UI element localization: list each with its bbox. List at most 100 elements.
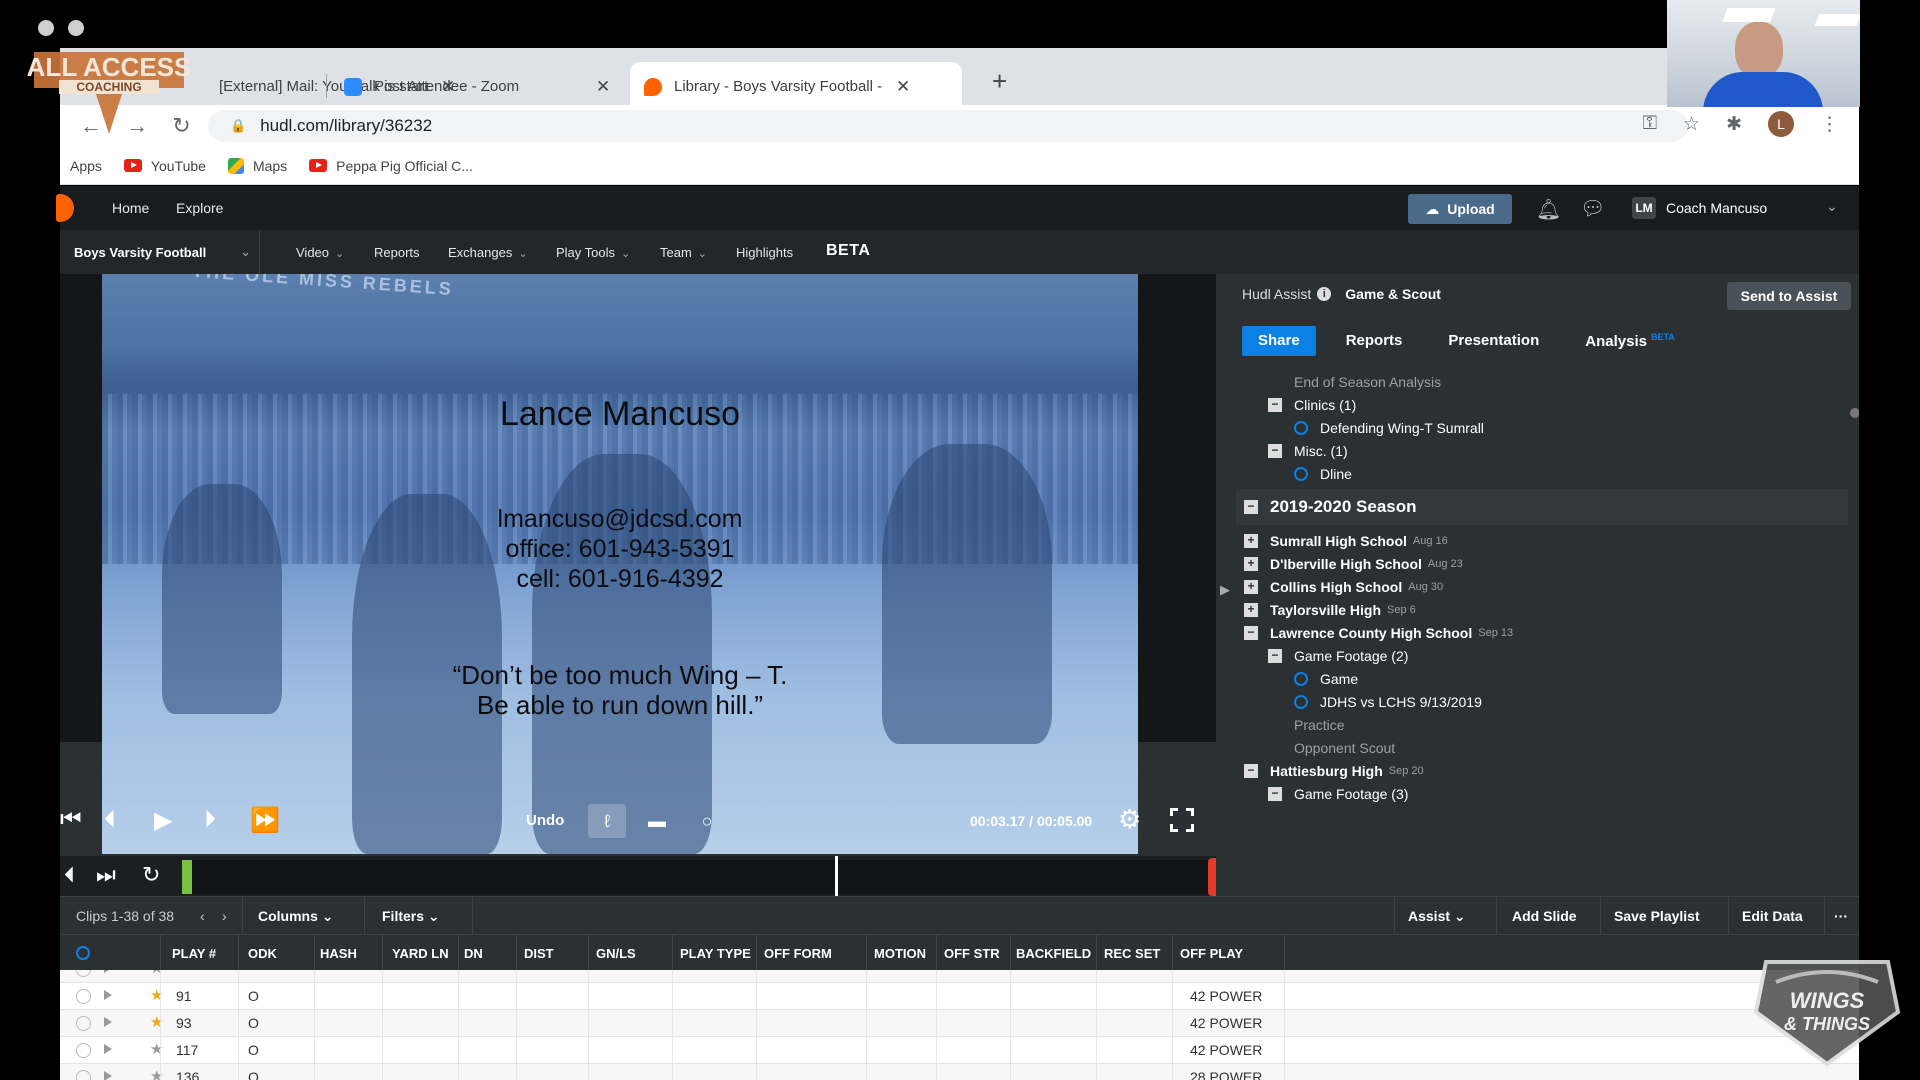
notifications-bell-icon[interactable]: 🔔︎ [1536,197,1561,222]
subnav-play-tools[interactable]: Play Tools ⌄ [556,245,630,260]
column-divider[interactable] [238,935,239,971]
column-divider[interactable] [314,935,315,971]
expand-row-icon[interactable] [104,1044,112,1054]
upload-button[interactable]: ☁ Upload [1408,194,1512,224]
browser-menu-icon[interactable]: ⋮ [1820,113,1839,136]
star-icon[interactable]: ★ [150,1040,163,1058]
tree-item[interactable]: Defending Wing-T Sumrall [1294,416,1484,440]
undo-button[interactable]: Undo [526,812,564,829]
assist-dropdown[interactable]: Assist ⌄ [1408,908,1466,925]
star-icon[interactable]: ★ [150,986,163,1004]
nav-home[interactable]: Home [112,200,149,216]
column-divider[interactable] [382,935,383,971]
star-icon[interactable]: ★ [150,1013,163,1031]
tree-item[interactable]: + D'Iberville High School Aug 23 [1244,552,1463,576]
subnav-reports[interactable]: Reports [374,245,420,260]
skip-to-start-icon[interactable]: ⏮ [60,806,82,834]
timeline-start-marker[interactable] [182,860,192,894]
column-header[interactable]: MOTION [874,946,926,961]
team-selector[interactable]: Boys Varsity Football ⌄ [60,230,260,274]
subnav-team[interactable]: Team ⌄ [660,245,707,260]
column-divider[interactable] [588,935,589,971]
subnav-exchanges[interactable]: Exchanges ⌄ [448,245,528,260]
expand-row-icon[interactable] [104,970,112,973]
extensions-puzzle-icon[interactable]: ✱ [1726,113,1742,136]
column-header[interactable]: BACKFIELD [1016,946,1091,961]
column-header[interactable]: DN [464,946,483,961]
bookmark-star-icon[interactable]: ☆ [1683,113,1700,136]
fullscreen-icon[interactable] [1169,807,1195,833]
column-header[interactable]: OFF PLAY [1180,946,1243,961]
add-slide-button[interactable]: Add Slide [1512,908,1577,924]
next-page-icon[interactable]: › [222,908,227,924]
tree-item[interactable]: − Clinics (1) [1268,393,1356,417]
column-header[interactable]: REC SET [1104,946,1160,961]
more-options-icon[interactable]: ··· [1834,908,1848,924]
hudl-logo-icon[interactable] [56,194,74,222]
column-header[interactable]: PLAY TYPE [680,946,751,961]
row-select-checkbox[interactable] [76,1043,91,1058]
address-bar[interactable]: 🔒 hudl.com/library/36232 [208,110,1688,142]
timeline-track[interactable] [182,860,1212,894]
expand-plus-icon[interactable]: + [1244,603,1258,617]
profile-avatar[interactable]: L [1768,111,1794,137]
key-icon[interactable]: ⚿ [1643,113,1657,135]
column-divider[interactable] [1096,935,1097,971]
column-divider[interactable] [1172,935,1173,971]
filters-dropdown[interactable]: Filters ⌄ [382,908,440,925]
column-header[interactable]: GN/LS [596,946,636,961]
row-select-checkbox[interactable] [76,1016,91,1031]
bookmark-apps[interactable]: Apps [70,158,102,174]
user-avatar[interactable]: LM [1632,197,1656,219]
send-to-assist-button[interactable]: Send to Assist [1727,282,1851,310]
tree-item[interactable]: + Collins High School Aug 30 [1244,575,1443,599]
expand-plus-icon[interactable]: + [1244,580,1258,594]
column-header[interactable]: HASH [320,946,357,961]
video-frame[interactable]: THE OLE MISS REBELS Lance Mancuso lmancu… [102,274,1138,854]
tree-item[interactable]: − Misc. (1) [1268,439,1348,463]
table-row[interactable]: ★ 91 O 42 POWER [60,983,1859,1010]
collapse-minus-icon[interactable]: − [1268,444,1282,458]
tab-presentation[interactable]: Presentation [1432,326,1555,356]
column-header[interactable]: PLAY # [172,946,216,961]
bookmark-youtube[interactable]: YouTube [123,158,206,174]
select-circle-icon[interactable] [1294,672,1308,686]
row-select-checkbox[interactable] [76,1070,91,1080]
tree-item[interactable]: Game [1294,667,1358,691]
close-icon[interactable]: ✕ [896,77,910,97]
tree-item[interactable]: − Hattiesburg High Sep 20 [1244,759,1424,783]
save-playlist-button[interactable]: Save Playlist [1614,908,1700,924]
column-header[interactable]: OFF STR [944,946,1000,961]
close-icon[interactable]: ✕ [596,77,610,97]
nav-explore[interactable]: Explore [176,200,223,216]
draw-pen-icon[interactable]: ℓ [588,804,626,838]
row-select-checkbox[interactable] [76,970,91,977]
settings-gear-icon[interactable]: ⚙ [1118,804,1141,835]
prev-page-icon[interactable]: ‹ [200,908,205,924]
select-circle-icon[interactable] [1294,467,1308,481]
collapse-minus-icon[interactable]: − [1268,398,1282,412]
browser-tab-hudl-library[interactable]: Library - Boys Varsity Football - H ✕ [630,62,962,111]
tree-item[interactable]: − Game Footage (3) [1268,782,1408,806]
column-divider[interactable] [672,935,673,971]
tab-analysis[interactable]: Analysis BETA [1569,326,1691,356]
edit-data-button[interactable]: Edit Data [1742,908,1803,924]
column-divider[interactable] [756,935,757,971]
bookmark-peppa-pig[interactable]: Peppa Pig Official C... [309,158,473,174]
column-divider[interactable] [1010,935,1011,971]
row-select-checkbox[interactable] [76,989,91,1004]
tree-item[interactable]: + Taylorsville High Sep 6 [1244,598,1416,622]
chevron-down-icon[interactable]: ⌄ [1826,198,1838,215]
tree-item[interactable]: − Lawrence County High School Sep 13 [1244,621,1513,645]
collapse-minus-icon[interactable]: − [1244,500,1258,514]
tree-item[interactable]: + Sumrall High School Aug 16 [1244,529,1448,553]
play-icon[interactable]: ▶ [154,806,172,835]
column-header[interactable]: YARD LN [392,946,449,961]
column-header[interactable]: OFF FORM [764,946,832,961]
column-divider[interactable] [458,935,459,971]
star-icon[interactable]: ★ [150,970,163,977]
new-tab-icon[interactable]: + [992,66,1007,97]
subnav-video[interactable]: Video ⌄ [296,245,344,260]
text-box-icon[interactable]: ▬ [638,804,676,838]
messages-chat-icon[interactable]: 💬︎ [1580,196,1605,221]
